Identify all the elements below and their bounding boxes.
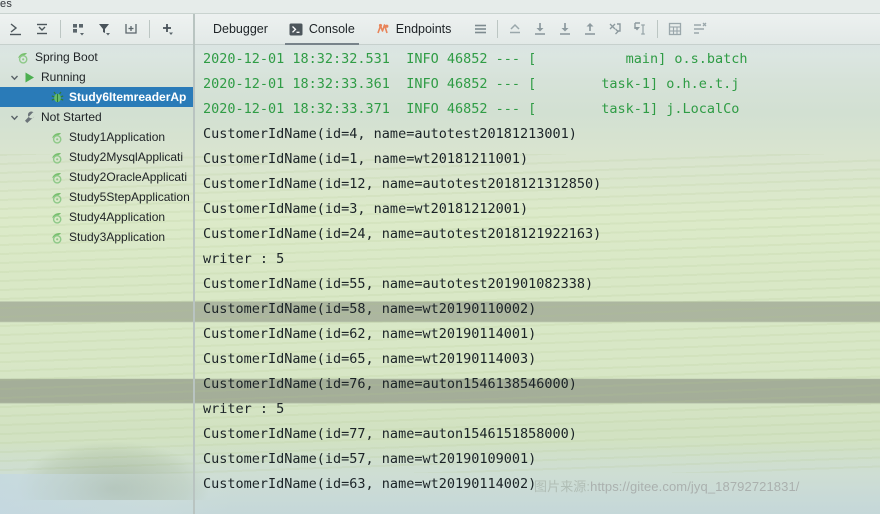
console-line: CustomerIdName(id=12, name=autotest20181… — [203, 176, 602, 192]
settings-lines-icon[interactable] — [688, 17, 712, 41]
toolbar-separator — [60, 20, 61, 38]
debug-console-panel: Debugger Console Endpoints 2020-12-01 18… — [195, 14, 880, 514]
tree-item-label: Running — [41, 70, 86, 84]
spring-leaf-icon — [49, 189, 65, 205]
run-triangle-icon — [21, 69, 37, 85]
tree-item-spring-boot[interactable]: Spring Boot — [0, 47, 193, 67]
console-line: CustomerIdName(id=4, name=autotest201812… — [203, 126, 577, 142]
services-tree-panel: Spring Boot Running Study6ItemreaderAp Not … — [0, 14, 193, 514]
console-icon — [289, 22, 304, 37]
tree-item-label: Study3Application — [69, 230, 166, 244]
group-by-icon[interactable] — [67, 17, 91, 41]
tree-item-label: Study6ItemreaderAp — [69, 90, 187, 104]
spring-leaf-icon — [49, 149, 65, 165]
menu-hamburger-icon[interactable] — [468, 17, 492, 41]
step-out-icon[interactable] — [578, 17, 602, 41]
watermark-prefix: 图片来源: — [534, 479, 591, 494]
evaluate-expression-icon[interactable] — [663, 17, 687, 41]
debug-toolbar: Debugger Console Endpoints — [195, 14, 880, 45]
console-line: CustomerIdName(id=62, name=wt20190114001… — [203, 326, 537, 342]
add-icon[interactable] — [156, 17, 180, 41]
tab-endpoints-label: Endpoints — [395, 22, 452, 36]
console-line: CustomerIdName(id=77, name=auton15461518… — [203, 426, 577, 442]
tree-item-study1application[interactable]: Study1Application — [0, 127, 193, 147]
spring-leaf-icon — [49, 229, 65, 245]
console-line: 2020-12-01 18:32:32.531 INFO 46852 --- [… — [203, 51, 748, 67]
tree-item-label: Not Started — [41, 110, 102, 124]
expand-all-icon[interactable] — [4, 17, 28, 41]
console-line: CustomerIdName(id=76, name=auton15461385… — [203, 376, 577, 392]
tree-item-label: Study2OracleApplicati — [69, 170, 188, 184]
wrench-icon — [21, 109, 37, 125]
services-toolbar — [0, 14, 193, 45]
tab-endpoints[interactable]: Endpoints — [366, 14, 462, 45]
window-top-strip: es — [0, 0, 880, 14]
tree-item-label: Study4Application — [69, 210, 166, 224]
spring-leaf-icon — [49, 169, 65, 185]
tree-item-label: Study1Application — [69, 130, 166, 144]
console-line: 2020-12-01 18:32:33.371 INFO 46852 --- [… — [203, 101, 740, 117]
chevron-down-icon[interactable] — [8, 113, 21, 122]
tree-item-study5stepapplication[interactable]: Study5StepApplication — [0, 187, 193, 207]
tree-item-study4application[interactable]: Study4Application — [0, 207, 193, 227]
console-line: CustomerIdName(id=3, name=wt20181212001) — [203, 201, 529, 217]
tree-item-label: Study2MysqlApplicati — [69, 150, 184, 164]
tree-item-running[interactable]: Running — [0, 67, 193, 87]
console-line: CustomerIdName(id=57, name=wt20190109001… — [203, 451, 537, 467]
show-execution-point-icon[interactable] — [503, 17, 527, 41]
tree-item-study2mysqlapplicati[interactable]: Study2MysqlApplicati — [0, 147, 193, 167]
console-line: CustomerIdName(id=58, name=wt20190110002… — [203, 301, 537, 317]
run-to-cursor-icon[interactable] — [628, 17, 652, 41]
toolbar-separator-3 — [497, 20, 499, 38]
endpoints-icon — [376, 22, 391, 37]
console-line: CustomerIdName(id=55, name=autotest20190… — [203, 276, 594, 292]
tree-item-label: Study5StepApplication — [69, 190, 190, 204]
toolbar-separator-2 — [149, 20, 150, 38]
watermark-url: https://gitee.com/jyq_18792721831/ — [590, 479, 800, 494]
spring-leaf-icon — [49, 209, 65, 225]
console-line: CustomerIdName(id=24, name=autotest20181… — [203, 226, 602, 242]
tree-item-study3application[interactable]: Study3Application — [0, 227, 193, 247]
force-step-into-icon[interactable] — [603, 17, 627, 41]
services-tree[interactable]: Spring Boot Running Study6ItemreaderAp Not … — [0, 45, 193, 514]
tree-item-study2oracleapplicati[interactable]: Study2OracleApplicati — [0, 167, 193, 187]
console-line: CustomerIdName(id=1, name=wt20181211001) — [203, 151, 529, 167]
add-frame-icon[interactable] — [119, 17, 143, 41]
tab-debugger-label: Debugger — [213, 22, 268, 36]
console-line: writer : 5 — [203, 251, 285, 267]
chevron-down-icon[interactable] — [8, 73, 21, 82]
filter-icon[interactable] — [93, 17, 117, 41]
debug-bug-icon — [49, 89, 65, 105]
console-output[interactable]: 2020-12-01 18:32:32.531 INFO 46852 --- [… — [195, 45, 880, 514]
console-line: CustomerIdName(id=65, name=wt20190114003… — [203, 351, 537, 367]
collapse-all-icon[interactable] — [30, 17, 54, 41]
toolbar-separator-4 — [657, 20, 659, 38]
tab-console[interactable]: Console — [279, 14, 365, 45]
spring-leaf-icon — [15, 49, 31, 65]
tab-debugger[interactable]: Debugger — [203, 14, 278, 45]
console-line: writer : 5 — [203, 401, 285, 417]
tree-item-study6itemreaderap[interactable]: Study6ItemreaderAp — [0, 87, 193, 107]
console-line: 2020-12-01 18:32:33.361 INFO 46852 --- [… — [203, 76, 740, 92]
tree-item-label: Spring Boot — [35, 50, 98, 64]
step-into-icon[interactable] — [553, 17, 577, 41]
tree-item-not-started[interactable]: Not Started — [0, 107, 193, 127]
source-watermark: 图片来源:https://gitee.com/jyq_18792721831/ — [534, 476, 800, 495]
step-over-icon[interactable] — [528, 17, 552, 41]
clipped-tab-label: es — [0, 0, 13, 10]
spring-leaf-icon — [49, 129, 65, 145]
tab-console-label: Console — [308, 22, 355, 36]
